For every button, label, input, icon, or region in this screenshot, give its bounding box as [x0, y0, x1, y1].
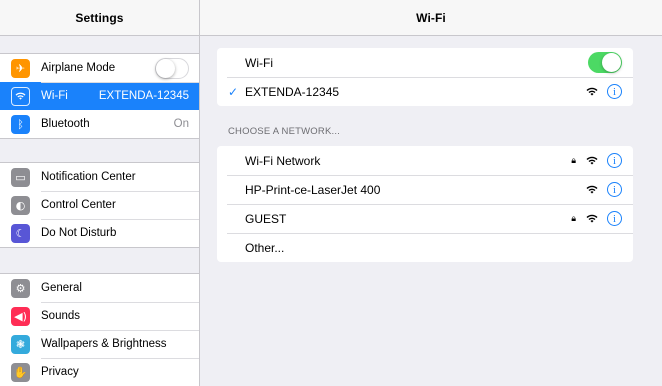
- sidebar-item-do-not-disturb[interactable]: ☾ Do Not Disturb: [0, 219, 199, 247]
- sidebar-group-general: ⚙ General ◀) Sounds ❃ Wallpapers & Brightness…: [0, 273, 199, 386]
- sidebar-item-control-center[interactable]: ◐ Control Center: [0, 191, 199, 219]
- sidebar-item-label: Do Not Disturb: [41, 227, 117, 239]
- wifi-signal-icon: [586, 185, 598, 193]
- connected-network-name: EXTENDA-12345: [245, 84, 340, 99]
- wifi-card: Wi-Fi ✓ EXTENDA-12345 i: [217, 48, 633, 106]
- wifi-panel: Wi-Fi Wi-Fi ✓ EXTENDA-12345 i CHOOSE A N…: [200, 0, 662, 386]
- wifi-toggle-label: Wi-Fi: [245, 55, 273, 70]
- wifi-signal-icon: [586, 87, 598, 95]
- info-icon[interactable]: i: [607, 84, 622, 99]
- connected-network-row[interactable]: ✓ EXTENDA-12345 i: [217, 77, 633, 106]
- sidebar-item-general[interactable]: ⚙ General: [0, 274, 199, 302]
- sidebar-item-label: Bluetooth: [41, 118, 90, 130]
- hand-icon: ✋: [11, 362, 30, 382]
- wallpaper-icon: ❃: [11, 334, 30, 354]
- sidebar-group-system: ▭ Notification Center ◐ Control Center ☾ Do N…: [0, 162, 199, 248]
- sidebar-item-airplane-mode[interactable]: ✈ Airplane Mode: [0, 54, 199, 82]
- sidebar-item-label: Privacy: [41, 366, 79, 378]
- moon-icon: ☾: [11, 223, 30, 243]
- toggle-knob: [602, 53, 621, 72]
- toggle-knob: [156, 58, 175, 78]
- lock-icon: 🔒︎: [571, 155, 576, 166]
- gear-icon: ⚙: [11, 278, 30, 298]
- sidebar-item-label: Wi-Fi: [41, 90, 68, 102]
- section-header: CHOOSE A NETWORK...: [228, 126, 341, 137]
- sidebar-item-label: General: [41, 282, 82, 294]
- sidebar-group-connectivity: ✈ Airplane Mode Wi-Fi EXTENDA-12345 ᛒ Bluetoo…: [0, 53, 199, 139]
- notification-center-icon: ▭: [11, 167, 30, 187]
- sidebar-item-label: Airplane Mode: [41, 62, 116, 74]
- info-icon[interactable]: i: [607, 182, 622, 197]
- wifi-toggle-row: Wi-Fi: [217, 48, 633, 77]
- info-icon[interactable]: i: [607, 153, 622, 168]
- sidebar-item-notification-center[interactable]: ▭ Notification Center: [0, 163, 199, 191]
- sidebar-item-wi-fi[interactable]: Wi-Fi EXTENDA-12345: [0, 82, 199, 110]
- network-name: Other...: [245, 240, 285, 255]
- network-name: GUEST: [245, 211, 287, 226]
- network-row[interactable]: HP-Print-ce-LaserJet 400 i: [217, 175, 633, 204]
- sidebar-item-bluetooth[interactable]: ᛒ Bluetooth On: [0, 110, 199, 138]
- sidebar-item-label: Notification Center: [41, 171, 136, 183]
- sidebar-item-label: Wallpapers & Brightness: [41, 338, 167, 350]
- network-name: HP-Print-ce-LaserJet 400: [245, 182, 381, 197]
- checkmark-icon: ✓: [228, 84, 239, 99]
- network-row[interactable]: GUEST 🔒︎ i: [217, 204, 633, 233]
- wifi-signal-icon: [586, 214, 598, 222]
- settings-sidebar: Settings ✈ Airplane Mode Wi-Fi EXTENDA-1234…: [0, 0, 200, 386]
- info-icon[interactable]: i: [607, 211, 622, 226]
- sidebar-title: Settings: [0, 0, 199, 36]
- wifi-signal-icon: [586, 156, 598, 164]
- other-network-row[interactable]: Other...: [217, 233, 633, 262]
- sidebar-item-wallpapers-brightness[interactable]: ❃ Wallpapers & Brightness: [0, 330, 199, 358]
- sidebar-item-privacy[interactable]: ✋ Privacy: [0, 358, 199, 386]
- sidebar-item-sounds[interactable]: ◀) Sounds: [0, 302, 199, 330]
- page-title: Wi-Fi: [200, 0, 662, 36]
- sidebar-item-value: On: [173, 118, 189, 130]
- wifi-toggle[interactable]: [588, 52, 622, 73]
- airplane-mode-toggle[interactable]: [155, 57, 189, 79]
- networks-card: Wi-Fi Network 🔒︎ i HP-Print-ce-LaserJet 400…: [217, 146, 633, 262]
- speaker-icon: ◀): [11, 306, 30, 326]
- control-center-icon: ◐: [11, 195, 30, 215]
- lock-icon: 🔒︎: [571, 213, 576, 224]
- wifi-icon: [11, 86, 30, 106]
- sidebar-item-label: Control Center: [41, 199, 116, 211]
- network-row[interactable]: Wi-Fi Network 🔒︎ i: [217, 146, 633, 175]
- bluetooth-icon: ᛒ: [11, 114, 30, 134]
- airplane-icon: ✈: [11, 58, 30, 78]
- sidebar-item-value: EXTENDA-12345: [98, 90, 189, 102]
- sidebar-item-label: Sounds: [41, 310, 81, 322]
- network-name: Wi-Fi Network: [245, 153, 321, 168]
